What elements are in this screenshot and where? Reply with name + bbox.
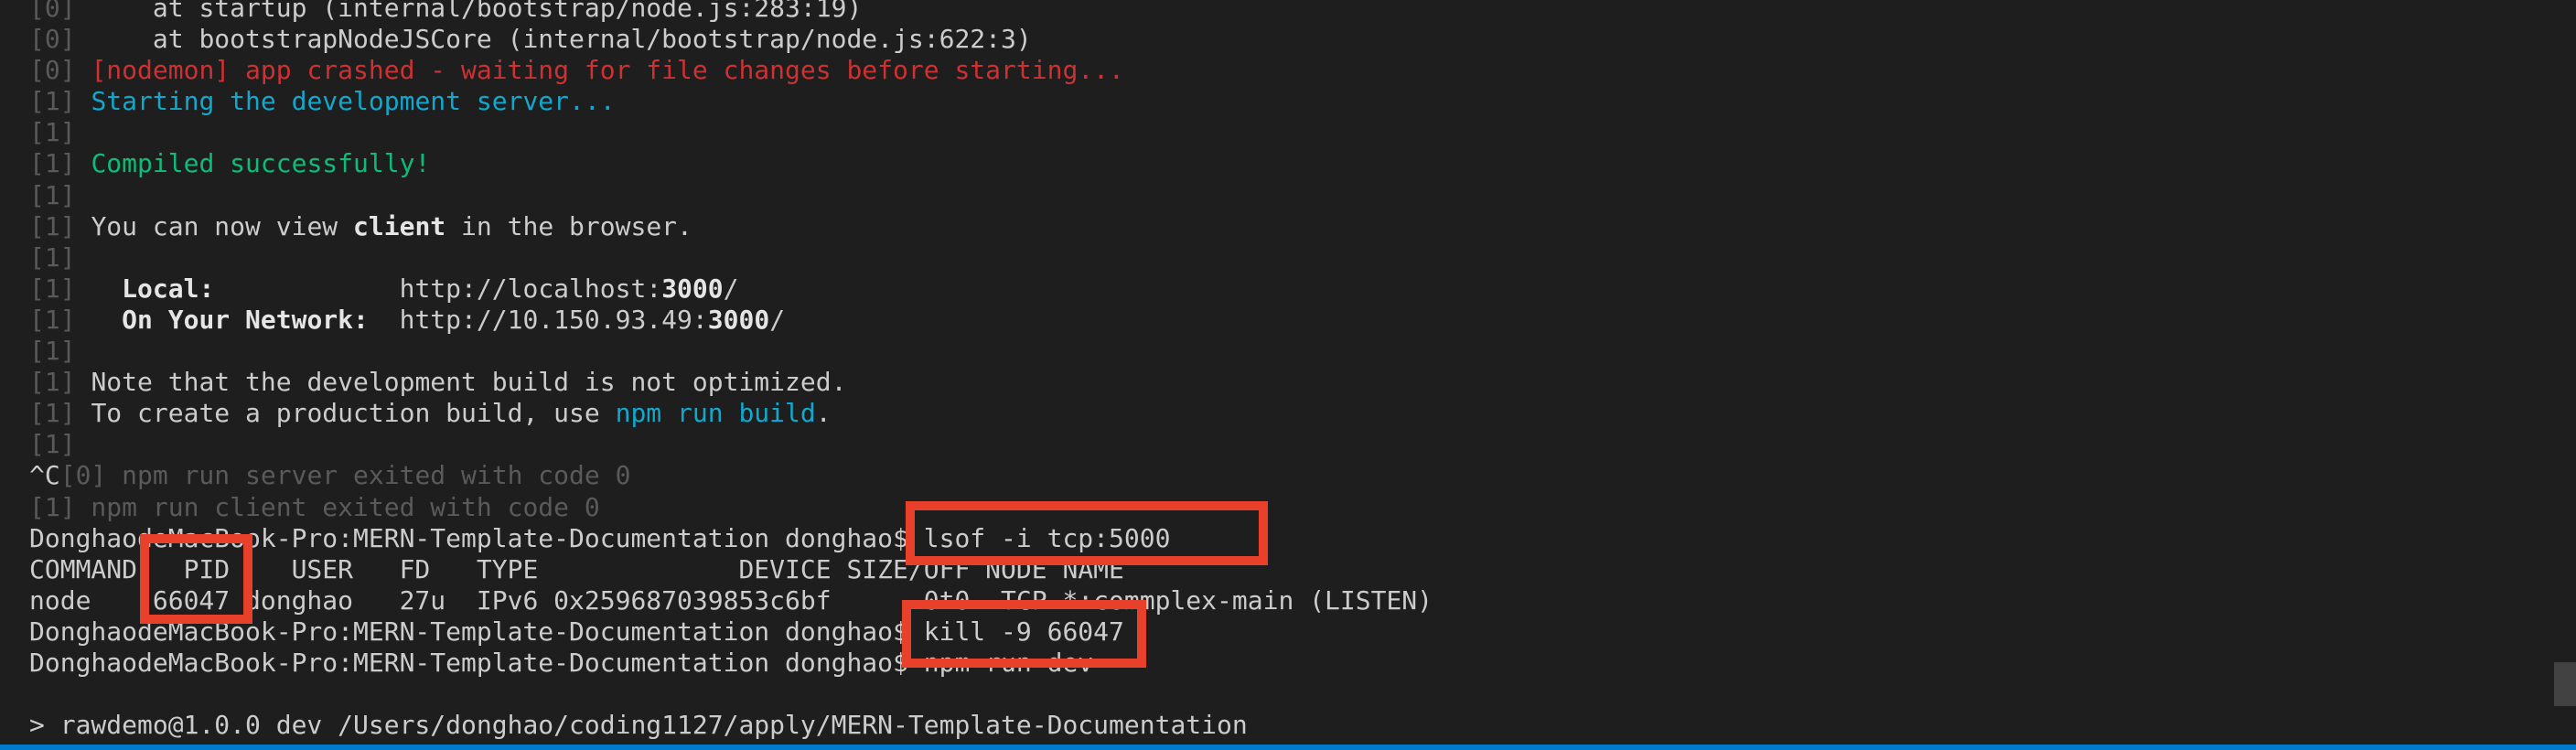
highlight-box-pid bbox=[140, 534, 252, 624]
terminal-text-segment: [1] bbox=[29, 398, 91, 429]
terminal-line: [1] Local: http://localhost:3000/ bbox=[29, 273, 2536, 305]
terminal-line: ^C[0] npm run server exited with code 0 bbox=[29, 460, 2536, 491]
terminal-text-segment: at bootstrapNodeJSCore (internal/bootstr… bbox=[91, 24, 1032, 55]
terminal-text-segment: http://10.150.93.49: bbox=[368, 304, 708, 335]
terminal-line: [1] You can now view client in the brows… bbox=[29, 211, 2536, 242]
terminal-text-segment: Note that the development build is not o… bbox=[91, 367, 847, 398]
terminal-text-segment: To create a production build, use bbox=[91, 398, 616, 429]
terminal-text-segment: [1] bbox=[29, 336, 76, 367]
terminal-text-segment: http://localhost: bbox=[214, 273, 662, 304]
terminal-scrollbar[interactable] bbox=[2554, 662, 2576, 706]
terminal-text-segment: [1] bbox=[29, 304, 91, 335]
highlight-box-lsof-command bbox=[906, 501, 1268, 565]
terminal-text-segment: npm run build bbox=[615, 398, 816, 429]
terminal-line: [1] On Your Network: http://10.150.93.49… bbox=[29, 305, 2536, 336]
terminal-line: [1] bbox=[29, 180, 2536, 211]
terminal-line: [1] Starting the development server... bbox=[29, 86, 2536, 117]
terminal-text-segment: [1] bbox=[29, 367, 91, 398]
terminal-line: [1] To create a production build, use np… bbox=[29, 398, 2536, 429]
terminal-text-segment: [nodemon] app crashed - waiting for file… bbox=[91, 55, 1124, 86]
terminal-text-segment: On Your Network: bbox=[122, 304, 369, 335]
terminal-text-segment: > rawdemo@1.0.0 dev /Users/donghao/codin… bbox=[29, 710, 1248, 741]
terminal-line: [1] Compiled successfully! bbox=[29, 148, 2536, 179]
terminal-line: [1] Note that the development build is n… bbox=[29, 367, 2536, 398]
terminal-text-segment: [0] bbox=[29, 24, 91, 55]
terminal-line: [1] bbox=[29, 336, 2536, 367]
terminal-text-segment: [0] bbox=[29, 55, 91, 86]
terminal-line: node 66047 donghao 27u IPv6 0x2596870398… bbox=[29, 585, 2536, 616]
terminal-text-segment: 3000 bbox=[707, 304, 770, 335]
terminal-text-segment: at startup (internal/bootstrap/node.js:2… bbox=[91, 0, 863, 23]
terminal-line: [1] bbox=[29, 117, 2536, 148]
terminal-text-segment: DonghaodeMacBook-Pro:MERN-Template-Docum… bbox=[29, 647, 924, 678]
terminal-line: [0] at startup (internal/bootstrap/node.… bbox=[29, 0, 2536, 24]
terminal-line: DonghaodeMacBook-Pro:MERN-Template-Docum… bbox=[29, 648, 2536, 679]
terminal-line: [0] at bootstrapNodeJSCore (internal/boo… bbox=[29, 24, 2536, 55]
terminal-line: DonghaodeMacBook-Pro:MERN-Template-Docum… bbox=[29, 523, 2536, 554]
status-bar bbox=[0, 745, 2576, 750]
highlight-box-kill-command bbox=[902, 600, 1146, 668]
terminal-text-segment: [1] bbox=[29, 429, 76, 460]
terminal-text-segment: [1] bbox=[29, 179, 76, 210]
terminal-text-segment: You can now view bbox=[91, 210, 354, 241]
terminal-line: [0] [nodemon] app crashed - waiting for … bbox=[29, 55, 2536, 86]
terminal-text-segment: [0] npm run server exited with code 0 bbox=[59, 460, 631, 491]
terminal-text-segment: [1] bbox=[29, 148, 91, 179]
terminal-text-segment: client bbox=[353, 210, 446, 241]
terminal-text-segment: [1] bbox=[29, 86, 91, 117]
terminal-text-segment: [1] bbox=[29, 273, 91, 304]
terminal-text-segment: Compiled successfully! bbox=[91, 148, 431, 179]
terminal-text-segment: [1] bbox=[29, 241, 76, 273]
terminal-text-segment: [1] bbox=[29, 117, 76, 148]
terminal-text-segment: ^C bbox=[29, 460, 60, 491]
terminal-line: COMMAND PID USER FD TYPE DEVICE SIZE/OFF… bbox=[29, 554, 2536, 585]
terminal-text-segment: 3000 bbox=[661, 273, 724, 304]
terminal-text-segment: [1] npm run client exited with code 0 bbox=[29, 491, 600, 522]
terminal-line: > rawdemo@1.0.0 dev /Users/donghao/codin… bbox=[29, 710, 2536, 741]
terminal-output[interactable]: [0] at startup (internal/bootstrap/node.… bbox=[29, 0, 2536, 741]
terminal-line: [1] bbox=[29, 429, 2536, 460]
terminal-text-segment: [1] bbox=[29, 210, 91, 241]
terminal-text-segment: [0] bbox=[29, 0, 91, 23]
terminal-text-segment: / bbox=[769, 304, 786, 335]
terminal-text-segment: . bbox=[815, 398, 832, 429]
terminal-text-segment: Starting the development server... bbox=[91, 86, 616, 117]
terminal-line: [1] npm run client exited with code 0 bbox=[29, 492, 2536, 523]
terminal-text-segment: in the browser. bbox=[445, 210, 692, 241]
terminal-text-segment: Local: bbox=[122, 273, 215, 304]
terminal-line: [1] bbox=[29, 242, 2536, 273]
terminal-text-segment: / bbox=[723, 273, 739, 304]
terminal-line: DonghaodeMacBook-Pro:MERN-Template-Docum… bbox=[29, 616, 2536, 648]
